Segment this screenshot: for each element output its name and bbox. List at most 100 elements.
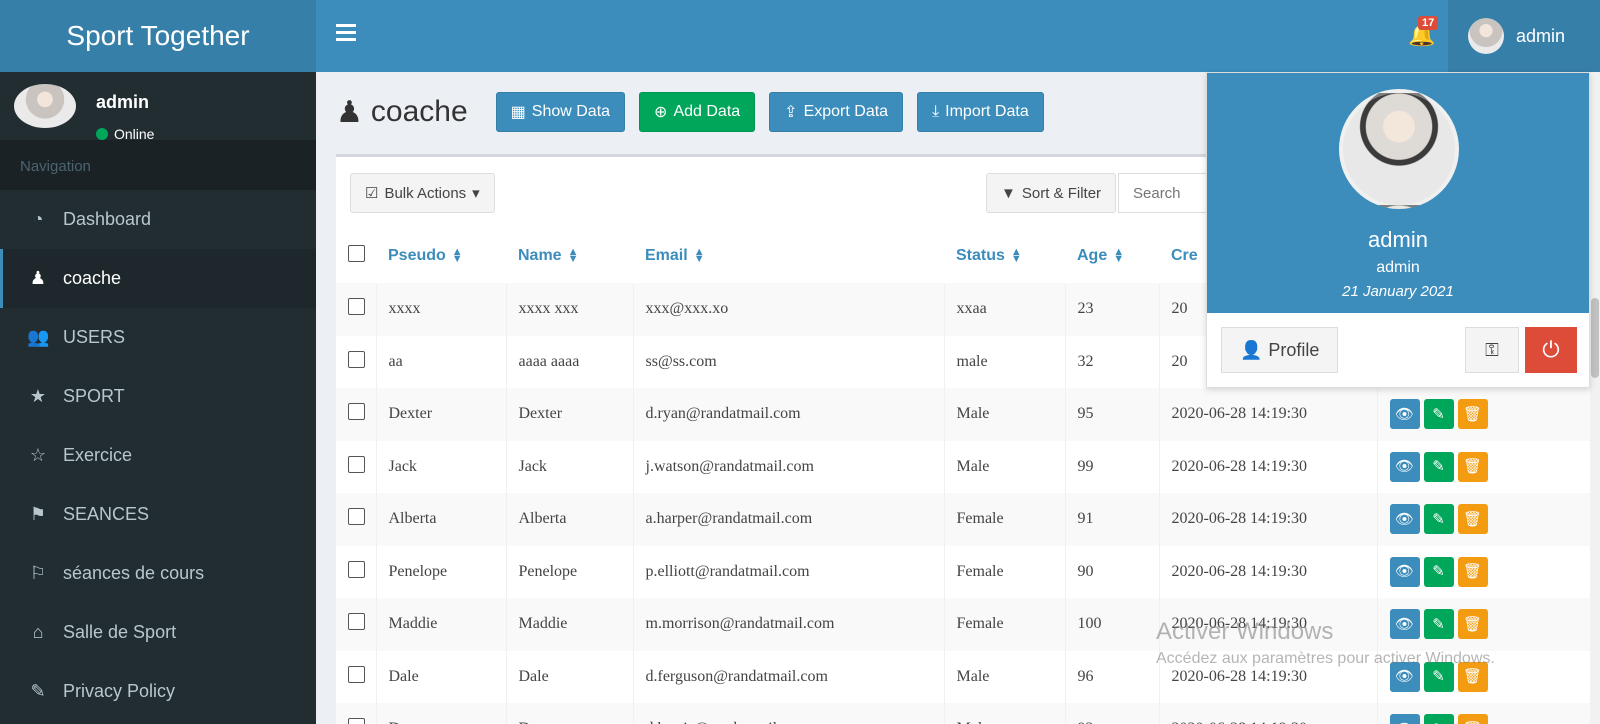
row-checkbox[interactable] bbox=[348, 718, 365, 724]
row-actions-cell: 👁 ✎ 🗑 bbox=[1377, 493, 1600, 546]
sidebar-item-coache[interactable]: ♟ coache bbox=[0, 249, 316, 308]
user-dropdown: admin admin 21 January 2021 👤 Profile ⚿ … bbox=[1206, 72, 1590, 388]
add-data-button[interactable]: ⊕ Add Data bbox=[639, 92, 756, 132]
cell-created: 2020-06-28 14:19:30 bbox=[1159, 545, 1378, 598]
scrollbar-thumb[interactable] bbox=[1591, 298, 1599, 378]
row-checkbox[interactable] bbox=[348, 613, 365, 631]
bulk-actions-label: Bulk Actions bbox=[384, 184, 467, 202]
profile-button[interactable]: 👤 Profile bbox=[1221, 327, 1339, 373]
sidebar-item-privacy-policy[interactable]: ✎ Privacy Policy bbox=[0, 662, 316, 721]
trash-icon: 🗑 bbox=[1462, 406, 1483, 423]
show-data-button[interactable]: ▦ Show Data bbox=[495, 92, 626, 132]
sidebar-item-seances-de-cours[interactable]: ⚐ séances de cours bbox=[0, 544, 316, 603]
star-icon: ★ bbox=[29, 386, 47, 406]
table-row: Alberta Alberta a.harper@randatmail.com Fem… bbox=[336, 493, 1600, 546]
edit-button[interactable]: ✎ bbox=[1423, 714, 1454, 724]
bulk-actions-button[interactable]: ☑ Bulk Actions ▾ bbox=[350, 173, 495, 213]
column-header-email[interactable]: Email ▲ ▼ bbox=[633, 229, 944, 283]
column-label: Cre bbox=[1171, 247, 1198, 264]
view-button[interactable]: 👁 bbox=[1389, 451, 1420, 482]
view-button[interactable]: 👁 bbox=[1389, 556, 1420, 587]
row-actions: 👁 ✎ 🗑 bbox=[1389, 504, 1600, 535]
row-checkbox[interactable] bbox=[348, 403, 365, 421]
pencil-icon: ✎ bbox=[1432, 459, 1445, 476]
sort-filter-label: Sort & Filter bbox=[1021, 184, 1102, 202]
edit-button[interactable]: ✎ bbox=[1423, 556, 1454, 587]
user-menu-toggle[interactable]: admin bbox=[1448, 0, 1600, 72]
sidebar-item-salle-de-sport[interactable]: ⌂ Salle de Sport bbox=[0, 603, 316, 662]
row-checkbox[interactable] bbox=[348, 298, 365, 316]
view-button[interactable]: 👁 bbox=[1389, 714, 1420, 724]
star-outline-icon: ☆ bbox=[29, 445, 47, 465]
import-data-button[interactable]: ⤓ Import Data bbox=[917, 92, 1044, 132]
sort-filter-button[interactable]: ▼ Sort & Filter bbox=[986, 173, 1117, 213]
windows-activation-watermark: Activer Windows Accédez aux paramètres p… bbox=[1156, 618, 1495, 668]
view-button[interactable]: 👁 bbox=[1389, 399, 1420, 430]
cell-name: Maddie bbox=[506, 598, 634, 651]
column-header-name[interactable]: Name ▲ ▼ bbox=[506, 229, 633, 283]
cell-pseudo: xxxx bbox=[376, 283, 507, 336]
cell-name: Penelope bbox=[506, 545, 634, 598]
delete-button[interactable]: 🗑 bbox=[1457, 451, 1488, 482]
cell-email: a.harper@randatmail.com bbox=[633, 493, 945, 546]
column-header-age[interactable]: Age ▲ ▼ bbox=[1065, 229, 1159, 283]
eye-icon: 👁 bbox=[1394, 669, 1415, 686]
row-select-cell bbox=[336, 335, 377, 388]
sidebar-item-seances[interactable]: ⚑ SEANCES bbox=[0, 485, 316, 544]
trash-icon: 🗑 bbox=[1462, 459, 1483, 476]
row-checkbox[interactable] bbox=[348, 508, 365, 526]
trash-icon: 🗑 bbox=[1462, 511, 1483, 528]
sidebar-toggle-icon[interactable] bbox=[336, 24, 356, 41]
logout-button[interactable]: ⏻ bbox=[1525, 327, 1577, 373]
cell-name: Alberta bbox=[506, 493, 634, 546]
row-select-cell bbox=[336, 545, 377, 598]
eye-icon: 👁 bbox=[1394, 511, 1415, 528]
delete-button[interactable]: 🗑 bbox=[1457, 504, 1488, 535]
row-checkbox[interactable] bbox=[348, 560, 365, 578]
eye-icon: 👁 bbox=[1394, 406, 1415, 423]
column-label: Email bbox=[645, 247, 688, 264]
download-icon: ⤓ bbox=[932, 103, 940, 120]
cell-status: Male bbox=[944, 650, 1066, 703]
delete-button[interactable]: 🗑 bbox=[1457, 399, 1488, 430]
edit-button[interactable]: ✎ bbox=[1423, 451, 1454, 482]
eye-icon: 👁 bbox=[1394, 564, 1415, 581]
row-checkbox[interactable] bbox=[348, 665, 365, 683]
pencil-icon: ✎ bbox=[1432, 669, 1445, 686]
pencil-icon: ✎ bbox=[1432, 511, 1445, 528]
row-checkbox[interactable] bbox=[348, 455, 365, 473]
power-icon: ⏻ bbox=[1542, 337, 1560, 362]
sidebar-item-label: Privacy Policy bbox=[63, 681, 176, 701]
select-all-checkbox[interactable] bbox=[348, 245, 365, 262]
sidebar-item-users[interactable]: 👥 USERS bbox=[0, 308, 316, 367]
cell-age: 96 bbox=[1065, 650, 1160, 703]
row-checkbox[interactable] bbox=[348, 350, 365, 368]
cell-name: Dexter bbox=[506, 388, 634, 441]
table-row: Penelope Penelope p.elliott@randatmail.com… bbox=[336, 545, 1600, 598]
edit-button[interactable]: ✎ bbox=[1423, 399, 1454, 430]
delete-button[interactable]: 🗑 bbox=[1457, 714, 1488, 724]
cell-email: d.harris@randatmail.com bbox=[633, 703, 945, 724]
change-password-button[interactable]: ⚿ bbox=[1465, 327, 1519, 373]
notification-badge: 17 bbox=[1418, 16, 1439, 30]
sidebar-item-dashboard[interactable]: ◔ Dashboard bbox=[0, 190, 316, 249]
show-data-label: Show Data bbox=[531, 103, 611, 120]
column-header-status[interactable]: Status ▲ ▼ bbox=[944, 229, 1065, 283]
brand-logo[interactable]: Sport Together bbox=[0, 0, 316, 72]
cell-email: d.ferguson@randatmail.com bbox=[633, 650, 945, 703]
upload-icon: ⇪ bbox=[784, 104, 798, 121]
column-header-pseudo[interactable]: Pseudo ▲ ▼ bbox=[376, 229, 506, 283]
page-scrollbar[interactable] bbox=[1590, 72, 1600, 724]
sidebar-item-label: SPORT bbox=[63, 386, 125, 406]
cell-name: aaaa aaaa bbox=[506, 335, 634, 388]
export-data-button[interactable]: ⇪ Export Data bbox=[769, 92, 904, 132]
add-data-label: Add Data bbox=[673, 103, 741, 120]
sidebar-item-sport[interactable]: ★ SPORT bbox=[0, 367, 316, 426]
delete-button[interactable]: 🗑 bbox=[1457, 556, 1488, 587]
sidebar-item-exercice[interactable]: ☆ Exercice bbox=[0, 426, 316, 485]
edit-button[interactable]: ✎ bbox=[1423, 504, 1454, 535]
view-button[interactable]: 👁 bbox=[1389, 504, 1420, 535]
flag-outline-icon: ⚐ bbox=[29, 563, 47, 583]
cell-name: Dexter bbox=[506, 703, 634, 724]
row-actions: 👁 ✎ 🗑 bbox=[1389, 399, 1600, 430]
